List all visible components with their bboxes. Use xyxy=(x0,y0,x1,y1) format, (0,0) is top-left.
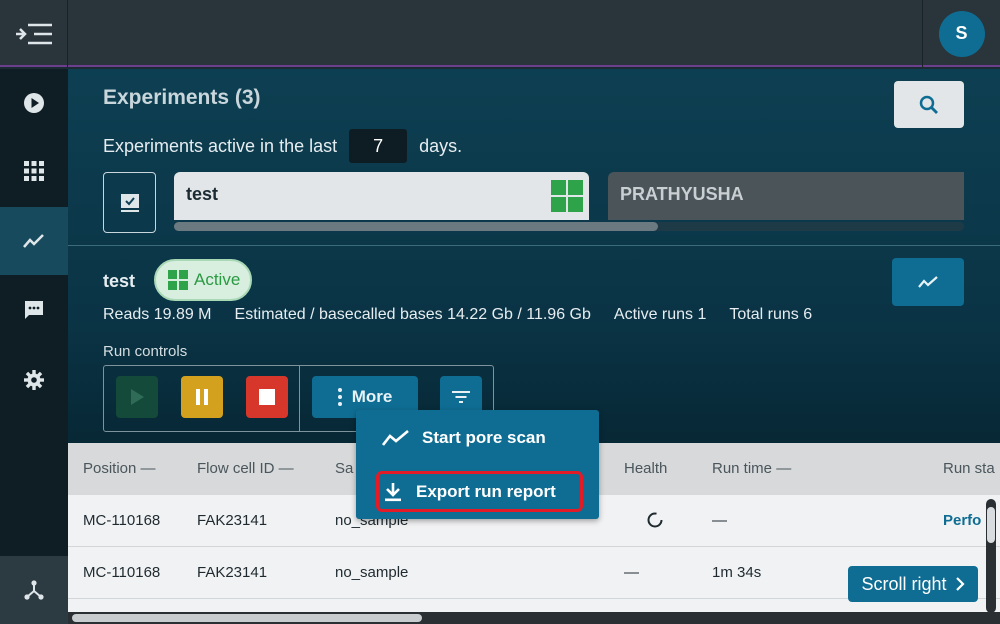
nav-item-experiments[interactable] xyxy=(0,207,68,275)
avatar[interactable]: S xyxy=(938,10,985,57)
loading-spinner-icon xyxy=(646,511,664,533)
checklist-icon xyxy=(120,193,139,212)
header-run-status[interactable]: Run sta xyxy=(943,460,995,477)
chat-icon xyxy=(25,301,43,319)
header-run-time[interactable]: Run time — xyxy=(712,460,791,477)
play-circle-icon xyxy=(24,93,44,113)
play-button[interactable] xyxy=(116,376,158,418)
chart-line-icon xyxy=(918,276,938,288)
chart-line-icon xyxy=(23,234,44,248)
selected-experiment-name: test xyxy=(103,271,136,291)
active-filter-prefix: Experiments active in the last xyxy=(103,135,338,156)
cell-flow-cell: FAK23141 xyxy=(197,564,268,581)
flowcell-grid-icon xyxy=(551,180,583,212)
scrollbar-thumb[interactable] xyxy=(987,507,995,543)
cell-health: — xyxy=(624,564,639,581)
experiment-card-name: test xyxy=(186,184,219,204)
nav-item-messages[interactable] xyxy=(0,276,68,344)
header-sample[interactable]: Sa xyxy=(335,460,353,477)
grid-icon xyxy=(24,161,44,181)
days-input[interactable]: 7 xyxy=(349,129,408,163)
status-label: Active xyxy=(194,270,241,289)
more-vertical-icon xyxy=(337,388,342,406)
nav-item-run[interactable] xyxy=(0,69,68,137)
nav-item-devices[interactable] xyxy=(0,137,68,205)
play-icon xyxy=(131,389,144,405)
cards-scrollbar[interactable] xyxy=(174,222,964,231)
more-label: More xyxy=(351,387,393,406)
side-nav xyxy=(0,69,68,624)
cell-position: MC-110168 xyxy=(83,512,161,529)
header-health[interactable]: Health xyxy=(624,460,667,477)
gear-icon xyxy=(24,370,44,390)
stat-total-runs: Total runs 6 xyxy=(729,306,813,323)
menu-icon xyxy=(15,23,52,44)
nav-item-settings[interactable] xyxy=(0,346,68,414)
experiment-stats: Reads 19.89 M Estimated / basecalled bas… xyxy=(103,306,812,324)
cell-position: MC-110168 xyxy=(83,564,161,581)
experiments-panel: Experiments (3) Experiments active in th… xyxy=(68,69,1000,624)
stat-reads: Reads 19.89 M xyxy=(103,306,212,323)
menu-item-label: Start pore scan xyxy=(422,428,546,447)
cell-run-status[interactable]: Perfo xyxy=(943,512,981,529)
pause-icon xyxy=(196,389,208,405)
active-filter-suffix: days. xyxy=(419,135,463,156)
cell-flow-cell: FAK23141 xyxy=(197,512,268,529)
scrollbar-thumb[interactable] xyxy=(72,614,422,622)
stat-active-runs: Active runs 1 xyxy=(613,306,707,323)
status-badge: Active xyxy=(154,259,252,301)
table-vertical-scrollbar[interactable] xyxy=(986,499,996,613)
highlight-outline xyxy=(376,471,583,512)
top-bar: S xyxy=(0,0,1000,67)
user-menu[interactable]: S xyxy=(922,0,1000,67)
search-icon xyxy=(919,95,938,114)
select-all-button[interactable] xyxy=(103,172,156,233)
pause-button[interactable] xyxy=(181,376,223,418)
view-charts-button[interactable] xyxy=(892,258,964,306)
table-horizontal-scrollbar[interactable] xyxy=(68,612,1000,624)
page-title: Experiments (3) xyxy=(103,86,261,109)
scroll-right-label: Scroll right xyxy=(861,573,947,594)
flowcell-grid-icon xyxy=(168,270,188,290)
scroll-right-button[interactable]: Scroll right xyxy=(848,566,978,602)
stop-icon xyxy=(259,389,275,405)
experiment-card-test[interactable]: test xyxy=(174,172,589,220)
experiment-card-prathyusha[interactable]: PRATHYUSHA xyxy=(608,172,964,220)
chevron-right-icon xyxy=(955,577,965,591)
cell-sample: no_sample xyxy=(335,564,409,581)
divider xyxy=(68,245,1000,246)
controls-separator xyxy=(299,366,300,431)
pore-scan-icon xyxy=(382,430,409,446)
header-flow-cell-id[interactable]: Flow cell ID — xyxy=(197,460,294,477)
search-button[interactable] xyxy=(894,81,964,128)
cell-run-time: — xyxy=(712,512,727,529)
menu-item-start-pore-scan[interactable]: Start pore scan xyxy=(356,416,599,460)
stat-bases: Estimated / basecalled bases 14.22 Gb / … xyxy=(234,306,591,323)
run-controls-label: Run controls xyxy=(103,343,188,360)
header-position[interactable]: Position — xyxy=(83,460,156,477)
network-icon xyxy=(24,580,44,600)
stop-button[interactable] xyxy=(246,376,288,418)
scrollbar-thumb[interactable] xyxy=(174,222,658,231)
cell-run-time: 1m 34s xyxy=(712,564,762,581)
expand-menu-button[interactable] xyxy=(0,0,68,67)
active-filter: Experiments active in the last 7 days. xyxy=(103,129,462,163)
filter-icon xyxy=(452,391,470,403)
experiment-card-name: PRATHYUSHA xyxy=(620,184,744,204)
nav-item-connections[interactable] xyxy=(0,556,68,624)
